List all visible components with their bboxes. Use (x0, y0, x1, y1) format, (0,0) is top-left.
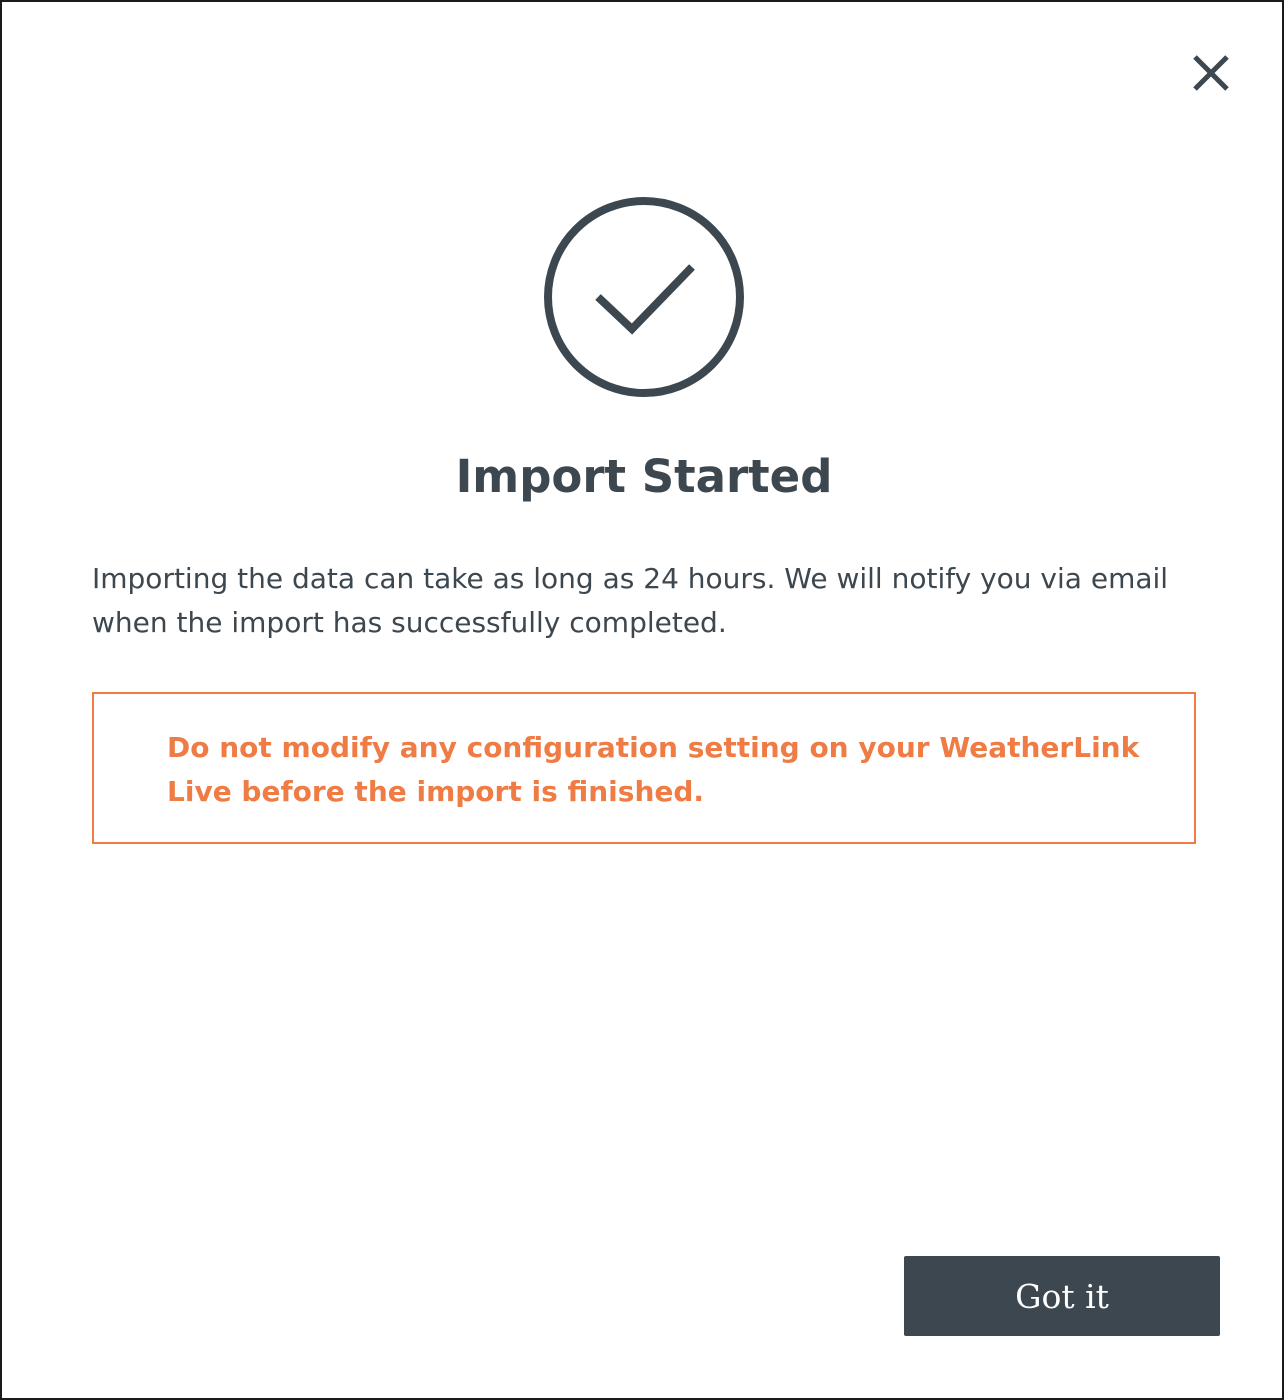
import-started-dialog: Import Started Importing the data can ta… (0, 0, 1284, 1400)
dialog-title: Import Started (455, 450, 833, 503)
close-icon (1193, 55, 1229, 91)
close-button[interactable] (1186, 50, 1236, 96)
got-it-button[interactable]: Got it (904, 1256, 1220, 1336)
check-circle-icon (544, 197, 744, 397)
warning-notice: Do not modify any configuration setting … (92, 692, 1196, 844)
warning-text: Do not modify any configuration setting … (167, 731, 1140, 808)
dialog-description: Importing the data can take as long as 2… (92, 562, 1169, 639)
